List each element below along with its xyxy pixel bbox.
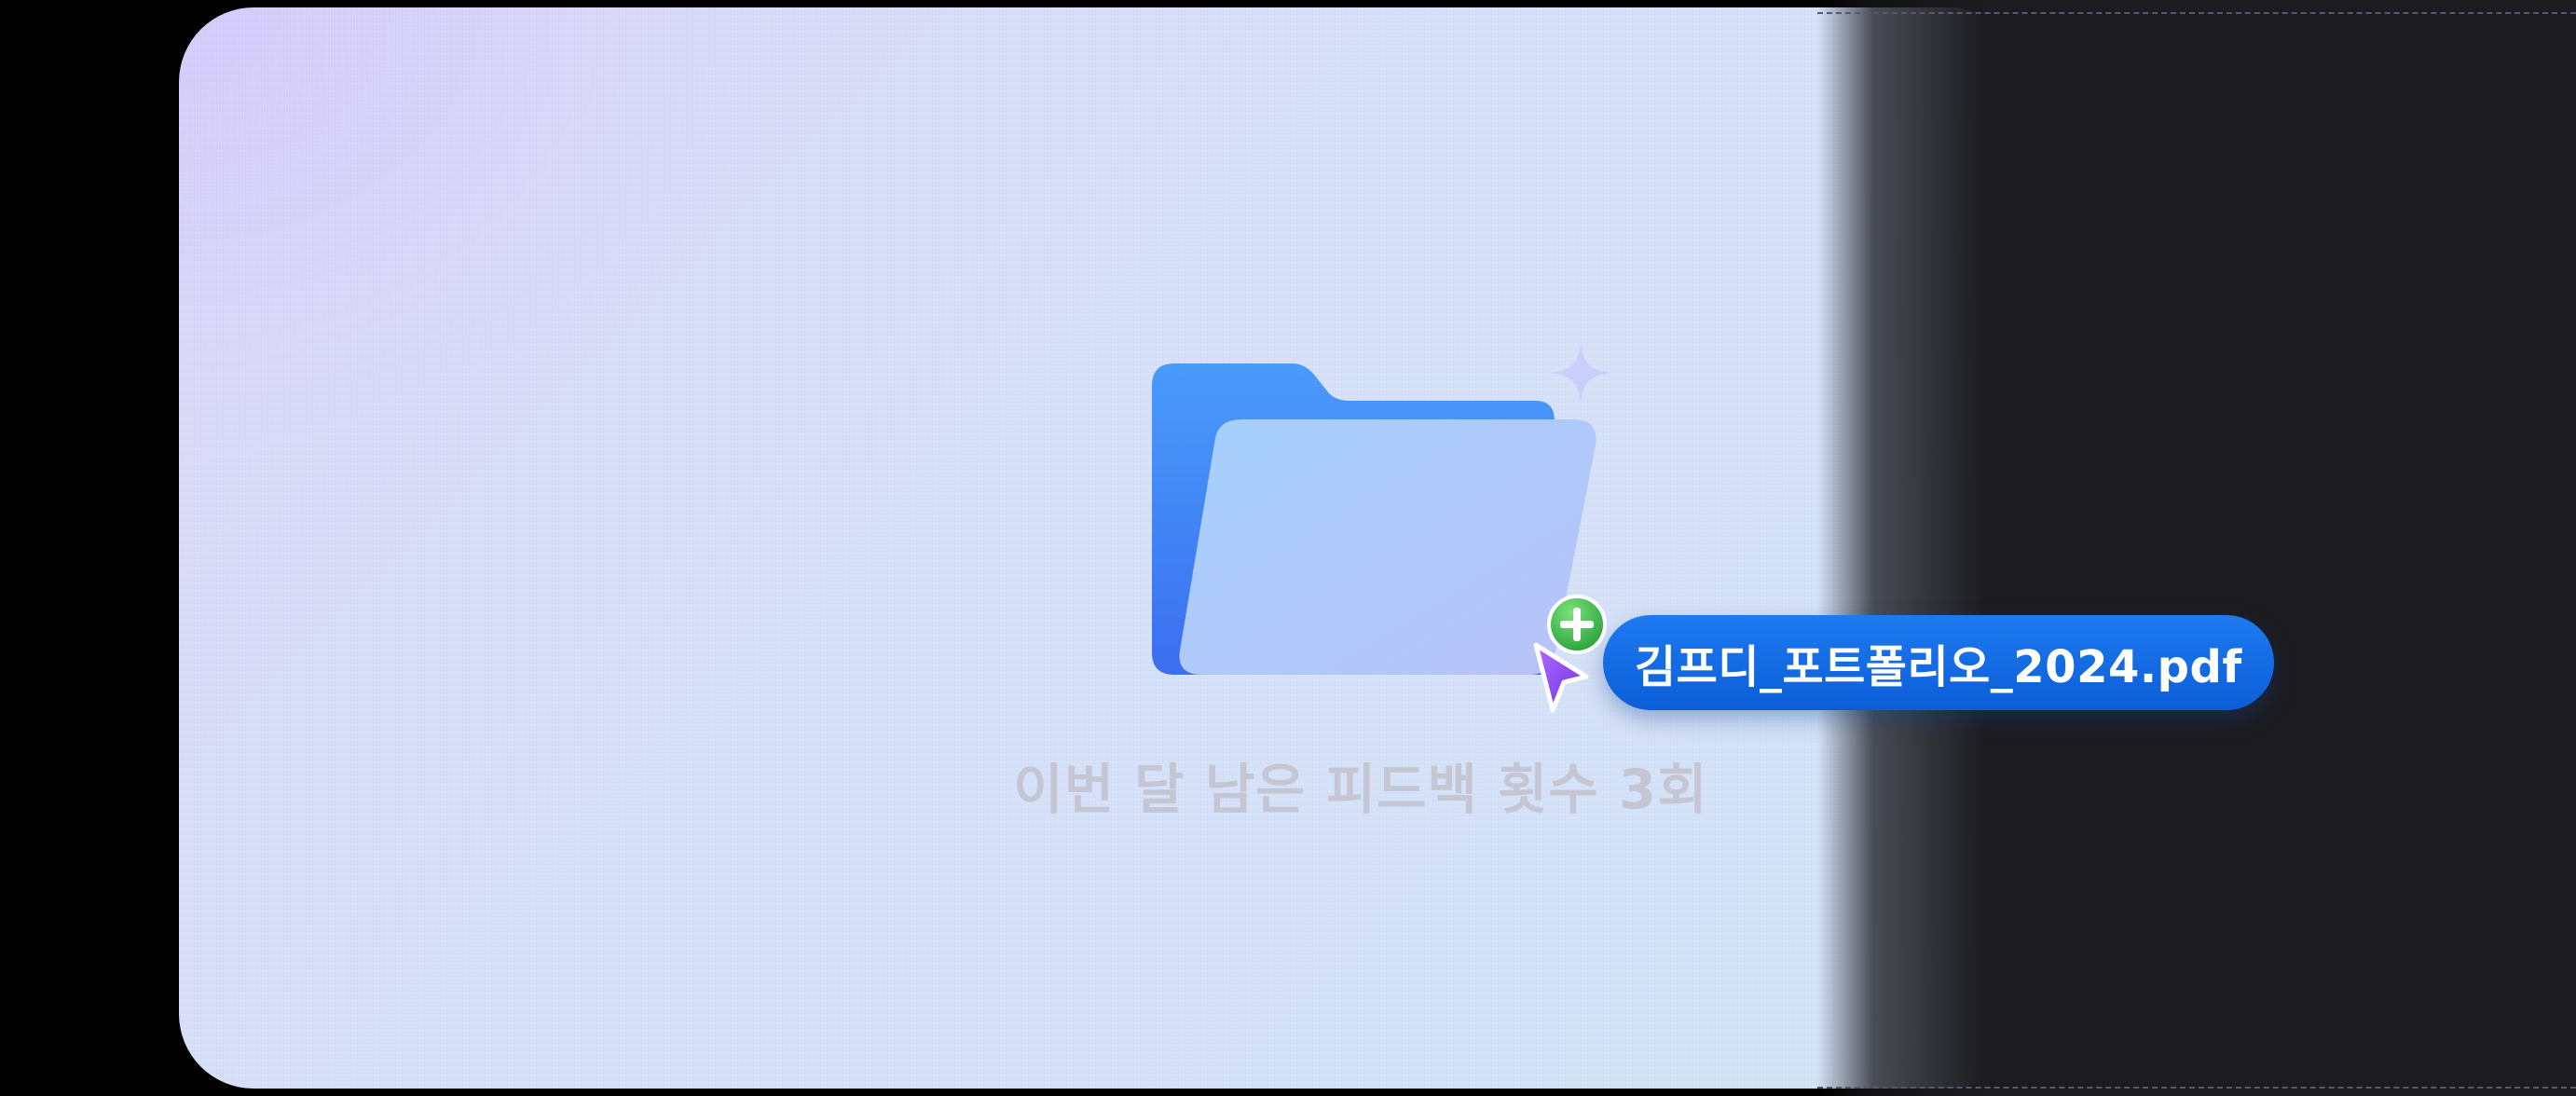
dragged-file-chip[interactable]: 김프디_포트폴리오_2024.pdf xyxy=(1603,615,2274,710)
remaining-feedback-text: 이번 달 남은 피드백 횟수 3회 xyxy=(1013,758,1708,821)
panel-dashed-border-top xyxy=(1817,12,2576,14)
cursor-arrow-icon xyxy=(1533,642,1589,713)
file-drop-zone[interactable] xyxy=(179,7,2024,1089)
panel-dashed-border-bottom xyxy=(1817,1087,2576,1089)
dark-side-panel xyxy=(1817,0,2576,1096)
screen: 이번 달 남은 피드백 횟수 3회 김프디_포트폴리오_2024.pdf xyxy=(0,0,2576,1096)
dragged-file-name: 김프디_포트폴리오_2024.pdf xyxy=(1635,641,2242,693)
folder-icon xyxy=(1152,363,1596,675)
